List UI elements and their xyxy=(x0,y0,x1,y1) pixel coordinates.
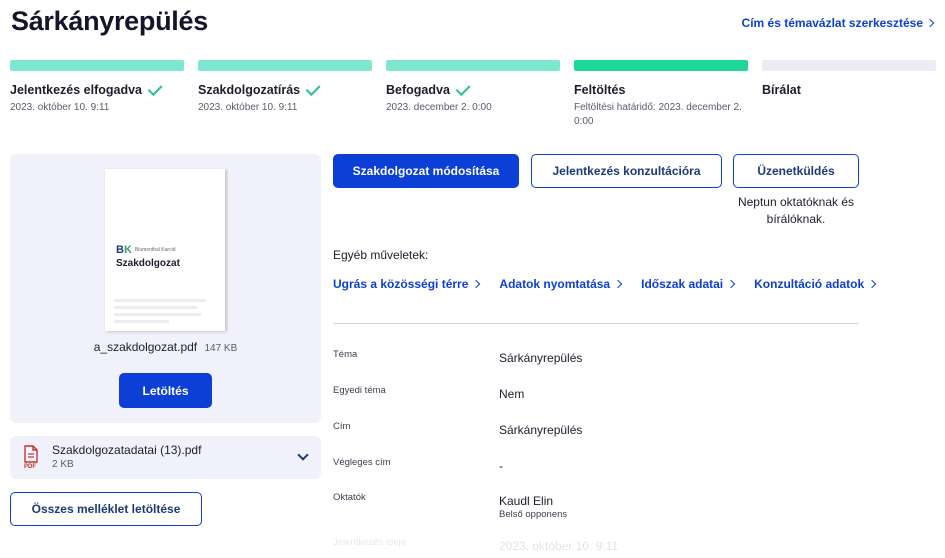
step-4-name: Feltöltés xyxy=(574,83,626,97)
download-button[interactable]: Letöltés xyxy=(119,373,212,408)
detail-value: - xyxy=(499,459,503,473)
attachment-filename: Szakdolgozatadatai (13).pdf xyxy=(52,443,202,457)
step-1-name: Jelentkezés elfogadva xyxy=(10,83,143,97)
chevron-right-icon xyxy=(925,18,935,28)
detail-key: Téma xyxy=(333,349,358,360)
modify-thesis-button[interactable]: Szakdolgozat módosítása xyxy=(333,154,519,188)
step-2: Szakdolgozatírás 2023. október 10. 9:11 xyxy=(198,60,372,115)
detail-value: Sárkányrepülés xyxy=(499,423,583,437)
community-space-label: Ugrás a közösségi térre xyxy=(333,277,469,291)
check-icon xyxy=(455,81,471,97)
chevron-right-icon xyxy=(613,279,623,289)
step-2-date: 2023. október 10. 9:11 xyxy=(198,102,298,113)
step-1-date: 2023. október 10. 9:11 xyxy=(10,102,110,113)
pdf-label: PDF xyxy=(24,464,36,470)
consultation-data-label: Konzultáció adatok xyxy=(754,277,865,291)
thumbnail-text-lines xyxy=(114,299,206,327)
thumbnail-title: Szakdolgozat xyxy=(116,258,180,269)
chevron-right-icon xyxy=(726,279,736,289)
document-thumbnail[interactable]: BK Blumenthal Karcid Szakdolgozat xyxy=(105,169,225,331)
logo: BK Blumenthal Karcid xyxy=(116,244,175,256)
step-5-name: Bírálat xyxy=(762,83,801,97)
detail-key: Végleges cím xyxy=(333,457,391,468)
other-actions-links: Ugrás a közösségi térre Adatok nyomtatás… xyxy=(333,277,895,291)
chevron-right-icon xyxy=(867,279,877,289)
document-filename: a_szakdolgozat.pdf xyxy=(93,340,198,354)
progress-steps: Jelentkezés elfogadva 2023. október 10. … xyxy=(10,60,936,130)
detail-sub: Belső opponens xyxy=(499,509,568,520)
download-all-attachments-button[interactable]: Összes melléklet letöltése xyxy=(10,492,202,526)
step-3: Befogadva 2023. december 2. 0:00 xyxy=(386,60,560,115)
document-size: 147 KB xyxy=(204,343,238,354)
send-message-button[interactable]: Üzenetküldés xyxy=(733,154,859,188)
step-3-name: Befogadva xyxy=(386,83,450,97)
print-data-link[interactable]: Adatok nyomtatása xyxy=(499,277,623,291)
consultation-signup-button[interactable]: Jelentkezés konzultációra xyxy=(531,154,722,188)
period-data-link[interactable]: Időszak adatai xyxy=(641,277,736,291)
detail-key: Egyedi téma xyxy=(333,385,386,396)
step-2-bar xyxy=(198,60,372,71)
consultation-data-link[interactable]: Konzultáció adatok xyxy=(754,277,877,291)
other-actions-label: Egyéb műveletek: xyxy=(333,248,429,262)
logo-org: Blumenthal Karcid xyxy=(134,247,176,253)
step-3-bar xyxy=(386,60,560,71)
divider xyxy=(333,323,859,324)
step-4-deadline: Feltöltési határidő: 2023. december 2. 0… xyxy=(574,102,742,127)
document-filename-row: a_szakdolgozat.pdf 147 KB xyxy=(10,340,321,354)
logo-mark: BK xyxy=(116,244,132,256)
edit-title-link[interactable]: Cím és témavázlat szerkesztése xyxy=(741,16,935,30)
step-4-bar xyxy=(574,60,748,71)
detail-key: Oktatók xyxy=(333,492,366,503)
pdf-file-icon xyxy=(24,445,38,463)
step-5-bar xyxy=(762,60,936,71)
step-1-bar xyxy=(10,60,184,71)
detail-value: Kaudl Elin xyxy=(499,494,554,508)
detail-key: Cím xyxy=(333,421,351,432)
edit-title-label: Cím és témavázlat szerkesztése xyxy=(741,16,923,30)
check-icon xyxy=(305,81,321,97)
step-1: Jelentkezés elfogadva 2023. október 10. … xyxy=(10,60,184,115)
print-data-label: Adatok nyomtatása xyxy=(499,277,611,291)
chevron-right-icon xyxy=(472,279,481,289)
check-icon xyxy=(147,81,163,97)
chevron-down-icon[interactable] xyxy=(297,449,309,461)
attachment-item[interactable]: PDF Szakdolgozatadatai (13).pdf 2 KB xyxy=(10,436,321,479)
message-note: Neptun oktatóknak és bírálóknak. xyxy=(737,195,855,226)
detail-value: Nem xyxy=(499,387,525,401)
period-data-label: Időszak adatai xyxy=(641,277,724,291)
attachment-size: 2 KB xyxy=(52,459,74,470)
step-5: Bírálat xyxy=(762,60,936,97)
step-3-date: 2023. december 2. 0:00 xyxy=(386,102,492,113)
step-4: Feltöltés Feltöltési határidő: 2023. dec… xyxy=(574,60,748,129)
step-2-name: Szakdolgozatírás xyxy=(198,83,301,97)
detail-value: 2023. október 10. 9:11 xyxy=(499,539,619,553)
page-title: Sárkányrepülés xyxy=(11,6,208,36)
community-space-link[interactable]: Ugrás a közösségi térre xyxy=(333,277,481,291)
document-panel: BK Blumenthal Karcid Szakdolgozat a_szak… xyxy=(10,154,321,423)
detail-value: Sárkányrepülés xyxy=(499,351,583,365)
detail-key: Jelentkezés ideje xyxy=(333,537,406,548)
